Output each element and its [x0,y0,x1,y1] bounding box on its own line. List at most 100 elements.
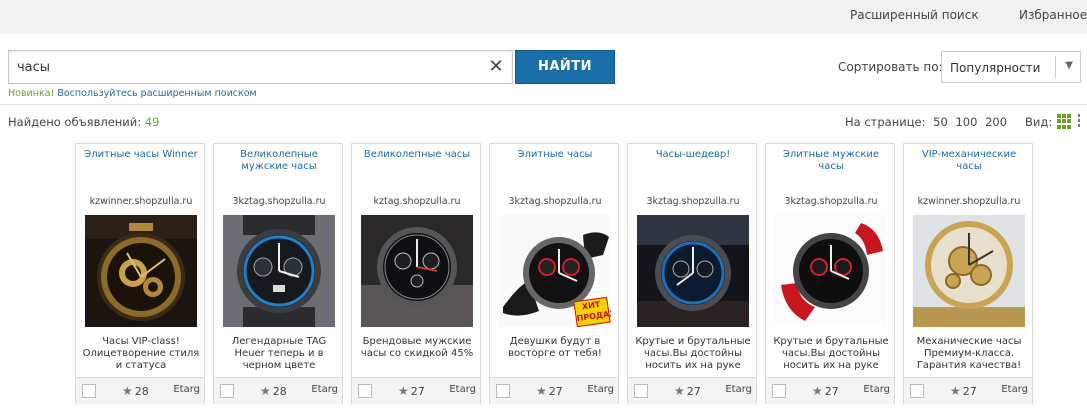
store-name[interactable]: Etarg [173,384,200,395]
search-box: ✕ [8,50,513,84]
ad-card[interactable]: Часы-шедевр! 3kztag.shopzulla.ru Крутые … [627,143,757,404]
per-page-option[interactable]: 50 [933,115,948,129]
rating-value: 28 [134,385,149,398]
ad-title[interactable]: Великолепные часы [356,149,478,161]
ad-title[interactable]: Элитные часы Winner [80,149,202,161]
rating: ★ 28 [260,384,287,398]
ad-domain[interactable]: 3kztag.shopzulla.ru [628,196,758,207]
rating: ★ 27 [812,384,839,398]
hit-badge: ХИТ ПРОДАЖ [573,296,611,327]
ad-domain[interactable]: 3kztag.shopzulla.ru [214,196,344,207]
store-name[interactable]: Etarg [1001,384,1028,395]
ad-domain[interactable]: kzwinner.shopzulla.ru [76,196,206,207]
compare-checkbox[interactable] [82,384,96,398]
star-icon: ★ [674,384,685,398]
found-number: 49 [144,115,160,129]
chevron-down-icon: ▼ [1065,60,1073,71]
grid-view-icon[interactable] [1057,114,1072,129]
compare-checkbox[interactable] [220,384,234,398]
store-name[interactable]: Etarg [449,384,476,395]
ad-domain[interactable]: kzwinner.shopzulla.ru [904,196,1034,207]
compare-checkbox[interactable] [496,384,510,398]
watch-image[interactable] [223,215,335,327]
rating: ★ 28 [122,384,149,398]
ad-description: Девушки будут в восторге от тебя! [508,336,602,359]
card-footer: ★ 27 Etarg [490,377,618,404]
per-page-option[interactable]: 100 [955,115,977,129]
per-page-label: На странице: [845,115,926,129]
ad-domain[interactable]: kztag.shopzulla.ru [352,196,482,207]
ad-title[interactable]: Элитные часы [494,149,616,161]
ad-card[interactable]: Элитные часы 3kztag.shopzulla.ru ХИТ ПРО… [489,143,619,404]
ad-domain[interactable]: 3kztag.shopzulla.ru [766,196,896,207]
clear-icon[interactable]: ✕ [486,56,506,78]
rating: ★ 27 [674,384,701,398]
find-button[interactable]: НАЙТИ [515,50,615,84]
compare-checkbox[interactable] [358,384,372,398]
watch-image[interactable] [85,215,197,327]
star-icon: ★ [536,384,547,398]
compare-checkbox[interactable] [634,384,648,398]
view-label: Вид: [1025,115,1053,129]
rating-value: 27 [548,385,563,398]
rating: ★ 27 [950,384,977,398]
top-bar: Расширенный поиск Избранное [0,0,1087,34]
advanced-search-hint-link[interactable]: Воспользуйтесь расширенным поиском [57,88,256,99]
ad-title[interactable]: Великолепные мужские часы [218,149,340,173]
search-input[interactable] [17,60,477,75]
star-icon: ★ [122,384,133,398]
ad-card[interactable]: Элитные часы Winner kzwinner.shopzulla.r… [75,143,205,404]
found-label: Найдено объявлений: [8,115,142,129]
store-name[interactable]: Etarg [587,384,614,395]
ad-card[interactable]: Великолепные часы kztag.shopzulla.ru Бре… [351,143,481,404]
new-badge: Новинка! [8,88,55,99]
compare-checkbox[interactable] [910,384,924,398]
store-name[interactable]: Etarg [863,384,890,395]
favorites-link[interactable]: Избранное [1019,8,1087,22]
star-icon: ★ [260,384,271,398]
card-footer: ★ 28 Etarg [214,377,342,404]
rating: ★ 27 [536,384,563,398]
sort-value: Популярности [950,61,1041,75]
store-name[interactable]: Etarg [311,384,338,395]
ad-card[interactable]: Элитные мужские часы 3kztag.shopzulla.ru… [765,143,895,404]
card-footer: ★ 27 Etarg [352,377,480,404]
ad-card[interactable]: Великолепные мужские часы 3kztag.shopzul… [213,143,343,404]
sort-select[interactable]: Популярности ▼ [941,51,1081,83]
rating-value: 27 [686,385,701,398]
per-page: На странице: 50 100 200 [845,115,1007,129]
ad-domain[interactable]: 3kztag.shopzulla.ru [490,196,620,207]
ad-title[interactable]: Часы-шедевр! [632,149,754,161]
rating-value: 27 [410,385,425,398]
rating: ★ 27 [398,384,425,398]
list-view-icon[interactable] [1078,114,1082,129]
per-page-option[interactable]: 200 [985,115,1007,129]
card-footer: ★ 28 Etarg [76,377,204,404]
ad-description: Легендарные TAG Heuer теперь и в черном … [231,336,327,371]
found-count: Найдено объявлений: 49 [8,115,159,129]
star-icon: ★ [950,384,961,398]
ad-description: Часы VIP-class! Олицетворение стиля и ст… [82,336,200,371]
store-name[interactable]: Etarg [725,384,752,395]
rating-value: 28 [272,385,287,398]
ad-description: Крутые и брутальные часы.Вы достойны нос… [773,336,889,371]
ad-title[interactable]: Элитные мужские часы [770,149,892,173]
watch-image[interactable]: ХИТ ПРОДАЖ [499,215,611,327]
card-footer: ★ 27 Etarg [766,377,894,404]
advanced-search-link[interactable]: Расширенный поиск [850,8,979,22]
rating-value: 27 [824,385,839,398]
ad-card[interactable]: VIP-механические часы kzwinner.shopzulla… [903,143,1033,404]
ad-description: Механические часы Премиум-класса. Гарант… [916,336,1022,371]
watch-image[interactable] [361,215,473,327]
card-footer: ★ 27 Etarg [904,377,1032,404]
compare-checkbox[interactable] [772,384,786,398]
watch-image[interactable] [775,215,887,327]
ad-title[interactable]: VIP-механические часы [908,149,1030,173]
star-icon: ★ [812,384,823,398]
ad-description: Брендовые мужские часы со скидкой 45% [360,336,474,359]
select-divider [1055,56,1056,78]
star-icon: ★ [398,384,409,398]
watch-image[interactable] [637,215,749,327]
watch-image[interactable] [913,215,1025,327]
rating-value: 27 [962,385,977,398]
